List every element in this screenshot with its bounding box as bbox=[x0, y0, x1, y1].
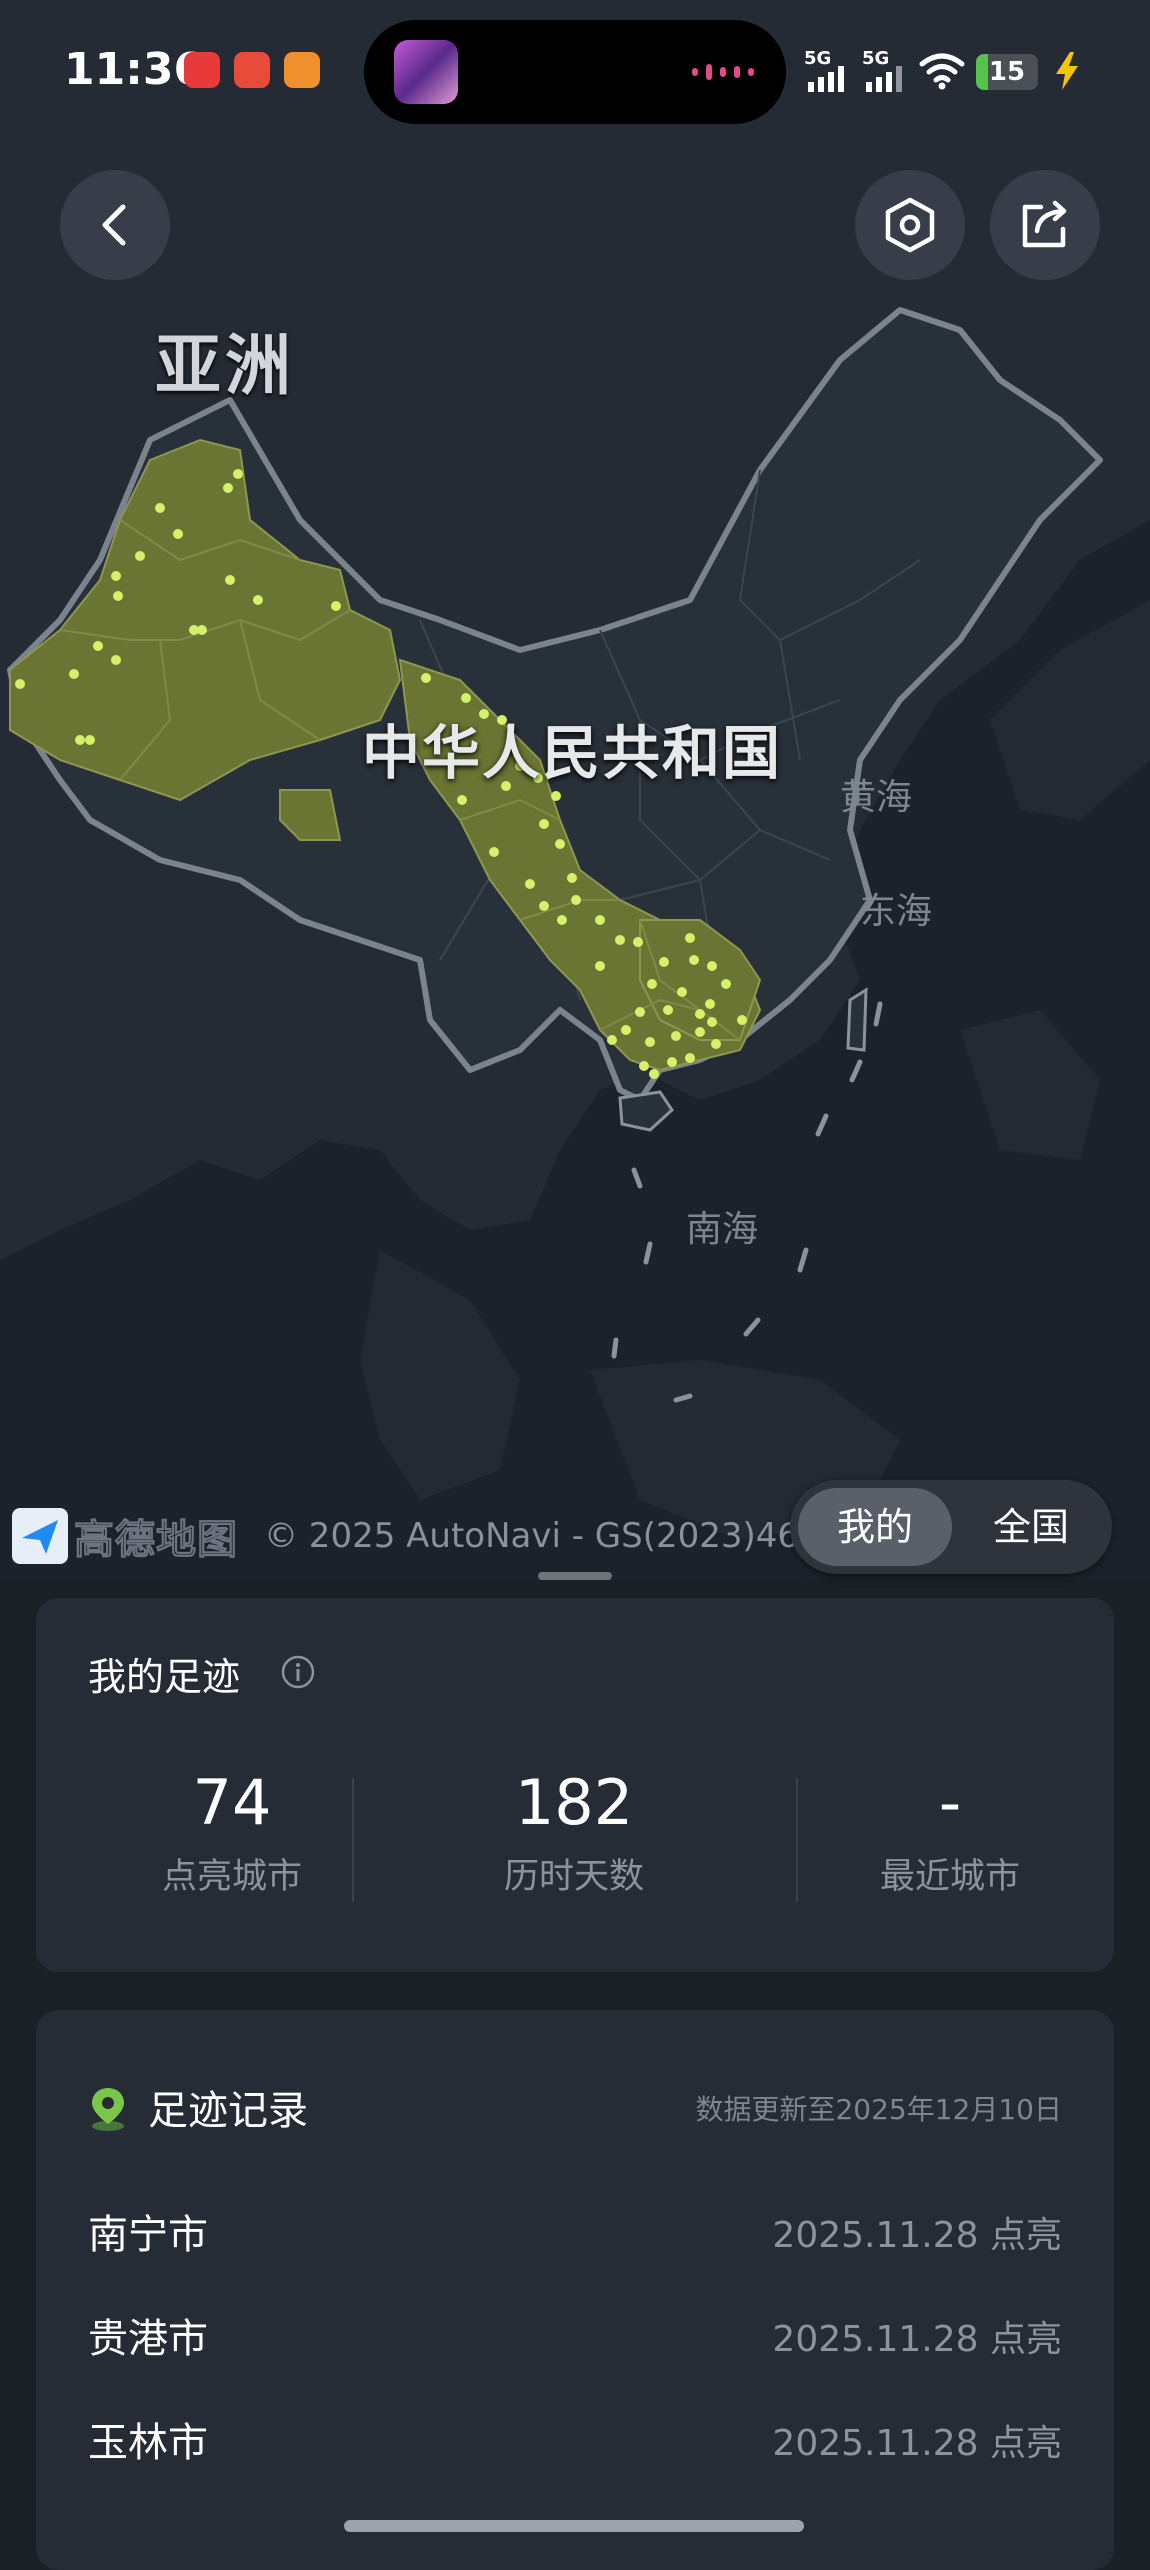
records-title: 足迹记录 bbox=[148, 2088, 308, 2134]
stat-value: 74 bbox=[192, 1766, 272, 1839]
record-row[interactable]: 南宁市 2025.11.28 点亮 bbox=[88, 2202, 1062, 2262]
sea-label-yellow: 黄海 bbox=[840, 777, 913, 818]
stat-recent-city: - 最近城市 bbox=[822, 1768, 1078, 1899]
stat-lit-cities: 74 点亮城市 bbox=[72, 1768, 392, 1899]
record-city: 南宁市 bbox=[88, 2212, 208, 2258]
sheet-drag-handle[interactable] bbox=[538, 1572, 612, 1580]
stat-days: 182 历时天数 bbox=[414, 1768, 734, 1899]
map-attribution: 高德地图 © 2025 AutoNavi - GS(2023)467 bbox=[12, 1508, 821, 1564]
record-date: 2025.11.28 点亮 bbox=[772, 2423, 1062, 2464]
record-row[interactable]: 贵港市 2025.11.28 点亮 bbox=[88, 2306, 1062, 2366]
divider bbox=[796, 1778, 798, 1902]
share-icon bbox=[1022, 200, 1067, 248]
settings-button[interactable] bbox=[855, 170, 965, 280]
stat-label: 最近城市 bbox=[879, 1857, 1020, 1897]
footprint-map[interactable]: 亚洲 中华人民共和国 黄海 东海 南海 bbox=[0, 0, 1150, 1580]
audio-wave-icon bbox=[692, 64, 754, 80]
back-button[interactable] bbox=[60, 170, 170, 280]
signal-icon bbox=[808, 66, 844, 92]
amap-logo-text: 高德地图 bbox=[74, 1517, 238, 1564]
media-avatar bbox=[394, 40, 458, 104]
records-updated-note: 数据更新至2025年12月10日 bbox=[695, 2093, 1062, 2126]
location-pin-icon bbox=[92, 2088, 124, 2131]
footprint-records-card: 足迹记录 数据更新至2025年12月10日 南宁市 2025.11.28 点亮 … bbox=[36, 2010, 1114, 2570]
battery-indicator: 15 bbox=[976, 54, 1038, 90]
record-date: 2025.11.28 点亮 bbox=[772, 2215, 1062, 2256]
chevron-left-icon bbox=[102, 204, 126, 246]
stat-label: 历时天数 bbox=[503, 1857, 644, 1897]
country-label: 中华人民共和国 bbox=[362, 719, 783, 787]
home-indicator[interactable] bbox=[344, 2520, 804, 2532]
share-button[interactable] bbox=[990, 170, 1100, 280]
netease-music-icon bbox=[184, 52, 220, 88]
map-copyright: © 2025 AutoNavi - GS(2023)467 bbox=[264, 1516, 821, 1556]
sea-label-east: 东海 bbox=[860, 891, 933, 932]
stat-label: 点亮城市 bbox=[161, 1857, 302, 1897]
stat-value: - bbox=[938, 1766, 962, 1839]
stats-title: 我的足迹 bbox=[88, 1655, 241, 1699]
hainan-island bbox=[618, 1090, 674, 1132]
land-mass bbox=[960, 1010, 1100, 1160]
toggle-mine[interactable]: 我的 bbox=[798, 1488, 952, 1566]
toggle-nationwide[interactable]: 全国 bbox=[958, 1488, 1104, 1566]
scope-toggle[interactable]: 我的 全国 bbox=[790, 1480, 1112, 1574]
record-date: 2025.11.28 点亮 bbox=[772, 2319, 1062, 2360]
record-city: 贵港市 bbox=[88, 2316, 208, 2362]
status-bar: 11:36 5G 5G 15 bbox=[0, 0, 1150, 140]
land-mass bbox=[360, 1250, 520, 1500]
divider bbox=[352, 1778, 354, 1902]
notes-app-icon bbox=[284, 52, 320, 88]
dynamic-island[interactable] bbox=[364, 20, 786, 124]
stat-value: 182 bbox=[514, 1766, 634, 1839]
gear-icon bbox=[885, 197, 935, 253]
map-canvas bbox=[0, 0, 1150, 1540]
charging-icon bbox=[1056, 52, 1078, 90]
taiwan-island bbox=[846, 987, 868, 1052]
wifi-icon bbox=[919, 53, 965, 90]
continent-label: 亚洲 bbox=[155, 327, 295, 404]
sea-label-south: 南海 bbox=[686, 1209, 759, 1250]
record-row[interactable]: 玉林市 2025.11.28 点亮 bbox=[88, 2410, 1062, 2470]
notification-app-icon bbox=[234, 52, 270, 88]
footprint-stats-card: 我的足迹 74 点亮城市 182 历时天数 - 最近城市 bbox=[36, 1598, 1114, 1972]
amap-logo-icon bbox=[12, 1508, 68, 1564]
info-icon[interactable] bbox=[280, 1654, 316, 1690]
record-city: 玉林市 bbox=[88, 2420, 208, 2466]
signal-icon bbox=[866, 66, 902, 92]
